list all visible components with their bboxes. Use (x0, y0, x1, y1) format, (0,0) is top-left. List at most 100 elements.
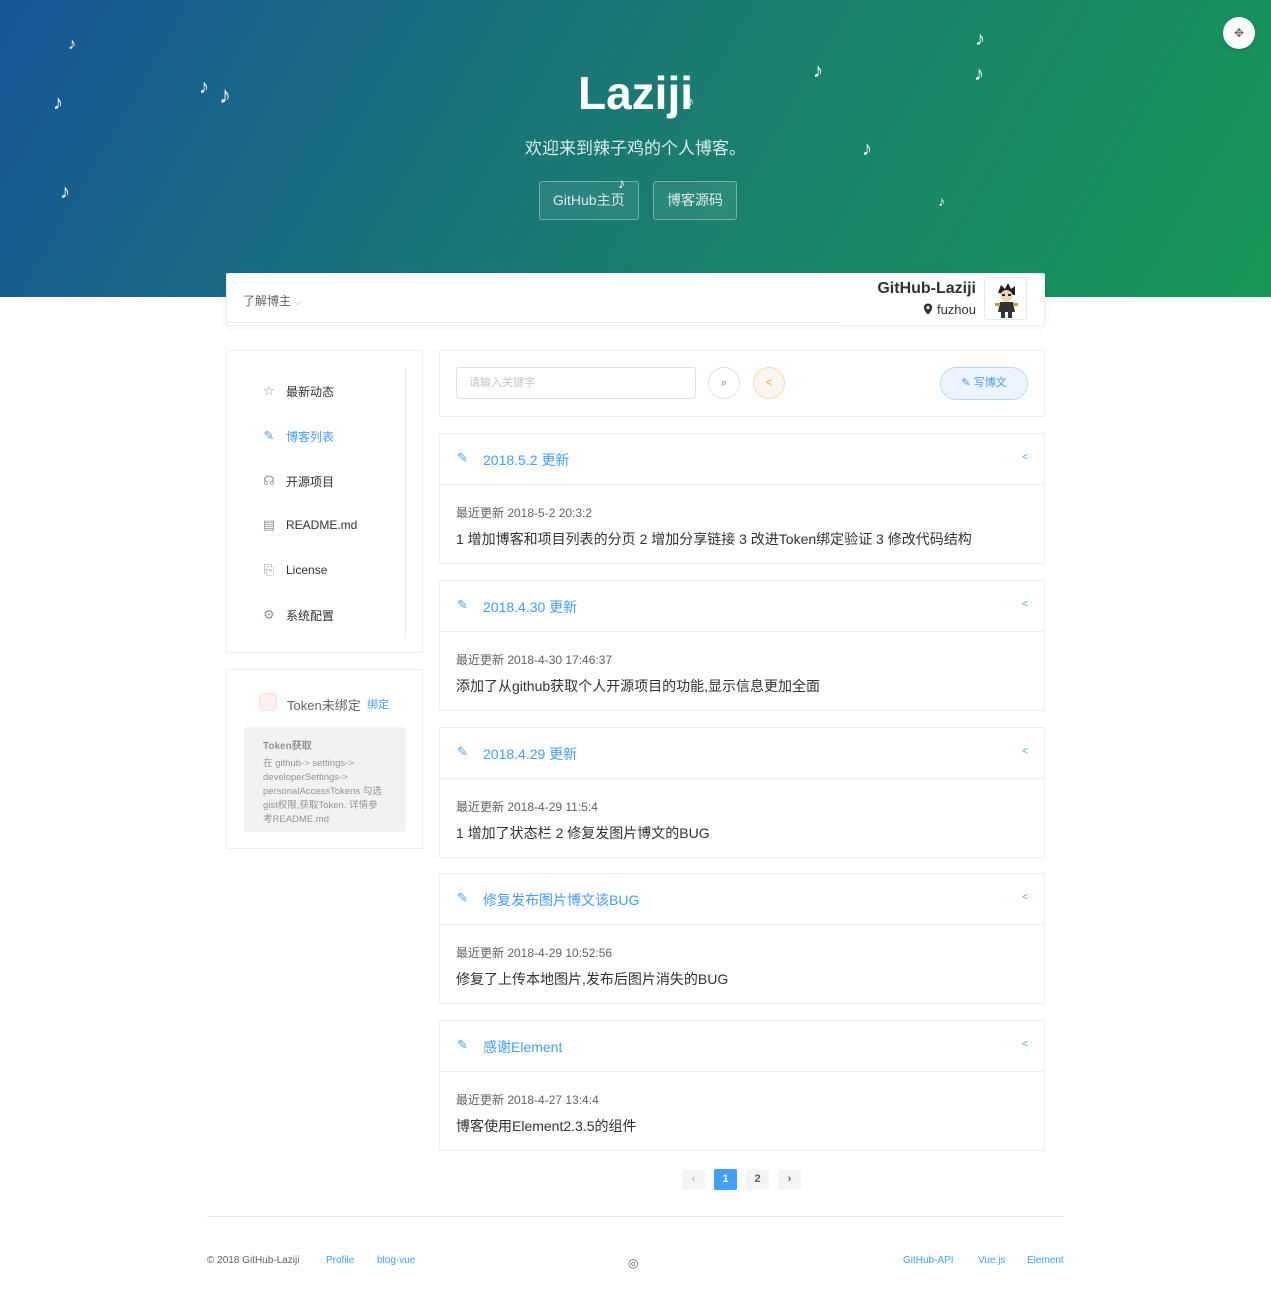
menu-item-news[interactable]: ☆ 最新动态 (261, 381, 334, 401)
post-title[interactable]: 2018.4.29 更新 (483, 744, 577, 764)
site-title: Laziji (577, 67, 694, 119)
share-icon[interactable]: < (1022, 892, 1028, 903)
search-icon: ⌕ (720, 377, 728, 389)
music-note-icon: ♪ (68, 36, 76, 53)
write-post-label: 写博文 (973, 377, 1007, 389)
blog-vue-link[interactable]: blog-vue (377, 1255, 415, 1266)
menu-item-readme[interactable]: ▤ README.md (261, 515, 358, 535)
token-card: Token未绑定 绑定 Token获取 在 github-> settings-… (226, 669, 423, 849)
post-summary: 1 增加了状态栏 2 修复发图片博文的BUG (456, 825, 710, 841)
side-menu: ☆ 最新动态 ✎ 博客列表 ☊ 开源项目 ▤ README.md ⎘ Licen… (226, 350, 423, 653)
github-name: GitHub-Laziji (877, 280, 976, 297)
share-icon[interactable]: < (1022, 1039, 1028, 1050)
document-icon: ▤ (262, 517, 276, 532)
post-header: ✎ 感谢Element < (440, 1021, 1044, 1072)
edit-icon[interactable]: ✎ (457, 450, 468, 466)
post-title[interactable]: 2018.5.2 更新 (483, 450, 569, 470)
music-note-icon: ♪ (975, 28, 985, 50)
write-post-button[interactable]: ✎ 写博文 (940, 367, 1028, 400)
post-title[interactable]: 2018.4.30 更新 (483, 597, 577, 617)
menu-item-projects[interactable]: ☊ 开源项目 (261, 471, 334, 491)
token-help-title: Token获取 (263, 741, 312, 752)
page-1-button[interactable]: 1 (714, 1169, 737, 1190)
location-pin-icon (923, 303, 933, 315)
bind-token-link[interactable]: 绑定 (367, 696, 389, 712)
menu-item-label: 博客列表 (286, 429, 335, 444)
profile-link[interactable]: Profile (326, 1255, 354, 1266)
edit-icon[interactable]: ✎ (457, 744, 468, 760)
edit-icon: ✎ (263, 428, 275, 443)
post-updated: 最近更新 2018-4-29 11:5:4 (456, 800, 598, 814)
post-summary: 修复了上传本地图片,发布后图片消失的BUG (456, 971, 729, 987)
avatar[interactable] (984, 277, 1027, 320)
post-card: ✎ 修复发布图片博文该BUG < 最近更新 2018-4-29 10:52:56… (439, 873, 1045, 1004)
post-title[interactable]: 感谢Element (483, 1037, 562, 1057)
edit-icon: ✎ (961, 377, 971, 389)
location-text: fuzhou (936, 302, 976, 317)
search-toolbar: ⌕ < ✎ 写博文 (439, 350, 1045, 417)
blog-source-button[interactable]: 博客源码 (653, 181, 737, 220)
search-input[interactable] (456, 367, 696, 399)
site-subtitle: 欢迎来到辣子鸡的个人博客。 (525, 139, 746, 158)
share-button[interactable]: < (753, 367, 785, 399)
share-icon[interactable]: < (1022, 452, 1028, 463)
post-updated: 最近更新 2018-5-2 20:3:2 (456, 506, 593, 520)
headset-icon: ☊ (263, 473, 275, 488)
post-updated: 最近更新 2018-4-27 13:4:4 (456, 1093, 599, 1107)
copyright: © 2018 GitHub-Laziji (207, 1255, 300, 1266)
divider (405, 369, 406, 637)
edit-icon[interactable]: ✎ (457, 1037, 468, 1053)
post-updated: 最近更新 2018-4-29 10:52:56 (456, 946, 613, 960)
next-page-button[interactable]: › (778, 1169, 801, 1190)
location-icon: ◎ (628, 1256, 639, 1270)
post-card: ✎ 感谢Element < 最近更新 2018-4-27 13:4:4 博客使用… (439, 1020, 1045, 1151)
post-summary: 博客使用Element2.3.5的组件 (456, 1118, 637, 1134)
vuejs-link[interactable]: Vue.js (978, 1255, 1005, 1266)
github-api-link[interactable]: GitHub-API (903, 1255, 954, 1266)
post-summary: 1 增加博客和项目列表的分页 2 增加分享链接 3 改进Token绑定验证 3 … (456, 531, 972, 547)
post-header: ✎ 修复发布图片博文该BUG < (440, 874, 1044, 925)
share-icon: < (765, 377, 773, 389)
post-card: ✎ 2018.5.2 更新 < 最近更新 2018-5-2 20:3:2 1 增… (439, 433, 1045, 564)
token-help-box: Token获取 在 github-> settings-> developerS… (244, 727, 406, 832)
move-icon[interactable]: ✥ (1223, 17, 1255, 49)
menu-item-label: License (286, 563, 328, 577)
post-header: ✎ 2018.4.30 更新 < (440, 581, 1044, 632)
post-header: ✎ 2018.5.2 更新 < (440, 434, 1044, 485)
music-note-icon: ♪ (60, 181, 70, 203)
search-button[interactable]: ⌕ (708, 367, 740, 399)
post-header: ✎ 2018.4.29 更新 < (440, 728, 1044, 779)
post-summary: 添加了从github获取个人开源项目的功能,显示信息更加全面 (456, 678, 821, 694)
page-2-button[interactable]: 2 (746, 1169, 769, 1190)
divider (227, 322, 839, 323)
menu-item-blog-list[interactable]: ✎ 博客列表 (261, 426, 334, 446)
menu-item-settings[interactable]: ⚙ 系统配置 (261, 605, 334, 625)
prev-page-button[interactable]: ‹ (682, 1169, 705, 1190)
music-note-icon: ♪ (938, 193, 945, 209)
edit-icon[interactable]: ✎ (457, 597, 468, 613)
post-card: ✎ 2018.4.30 更新 < 最近更新 2018-4-30 17:46:37… (439, 580, 1045, 711)
github-home-button[interactable]: GitHub主页 (539, 181, 639, 220)
about-label: 了解博主 (243, 294, 292, 308)
element-link[interactable]: Element (1027, 1255, 1064, 1266)
share-icon[interactable]: < (1022, 599, 1028, 610)
token-help-text: 在 github-> settings-> developerSettings-… (263, 758, 382, 825)
location: fuzhou (923, 302, 976, 317)
license-icon: ⎘ (263, 562, 275, 577)
settings-icon: ⚙ (263, 607, 275, 622)
menu-item-label: 最新动态 (286, 384, 335, 399)
post-title[interactable]: 修复发布图片博文该BUG (483, 890, 639, 910)
post-updated: 最近更新 2018-4-30 17:46:37 (456, 653, 613, 667)
edit-icon[interactable]: ✎ (457, 890, 468, 906)
menu-item-license[interactable]: ⎘ License (261, 560, 328, 580)
profile-bar: 了解博主 ⌵ GitHub-Laziji fuzhou (226, 273, 1045, 326)
footer-divider (207, 1216, 1064, 1217)
about-dropdown[interactable]: 了解博主 ⌵ (243, 292, 301, 309)
menu-item-label: README.md (286, 518, 358, 532)
share-icon[interactable]: < (1022, 746, 1028, 757)
chevron-down-icon: ⌵ (294, 297, 301, 307)
token-checkbox[interactable] (259, 693, 277, 711)
hero-banner: ♪ ♪ ♪ ♪ ♪ ♪ ♪ ♪ ♪ ♪ ♪ ♪ Laziji 欢迎来到辣子鸡的个… (0, 0, 1271, 297)
star-icon: ☆ (263, 383, 275, 398)
post-card: ✎ 2018.4.29 更新 < 最近更新 2018-4-29 11:5:4 1… (439, 727, 1045, 858)
